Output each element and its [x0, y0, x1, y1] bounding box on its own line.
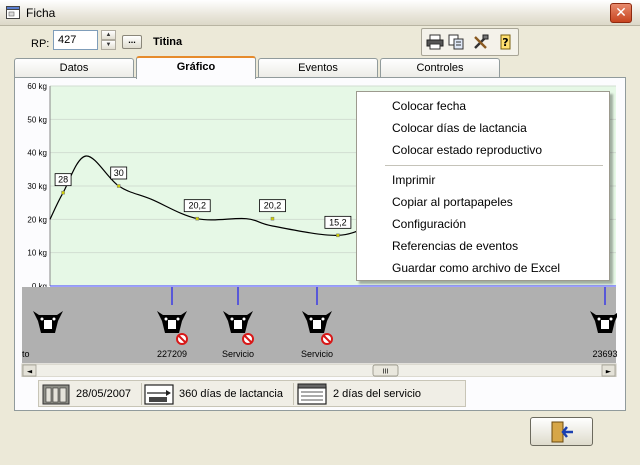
data-point[interactable] — [116, 184, 121, 188]
tab-controles[interactable]: Controles — [380, 58, 500, 78]
animal-name: Titina — [153, 36, 183, 48]
tab-datos[interactable]: Datos — [14, 58, 134, 78]
scroll-left-icon: ◄ — [27, 368, 33, 376]
close-button[interactable]: ✕ — [610, 3, 632, 23]
tab-label: Datos — [59, 62, 89, 74]
data-label: 20,2 — [188, 201, 206, 211]
cow-eye — [40, 317, 44, 321]
tab-label: Controles — [416, 62, 464, 74]
tab-grafico[interactable]: Gráfico — [136, 56, 256, 79]
event-label: to — [22, 349, 30, 359]
status-date: 28/05/2007 — [76, 388, 132, 400]
data-point[interactable] — [61, 190, 65, 195]
y-tick-label: 20 kg — [27, 215, 47, 224]
cow-eye — [242, 317, 246, 321]
browse-button[interactable]: ... — [122, 35, 142, 49]
menu-item-imprimir[interactable]: Imprimir — [392, 173, 435, 187]
y-tick-label: 40 kg — [27, 149, 47, 158]
scroll-right-icon: ► — [606, 368, 612, 376]
spin-up-icon: ▲ — [105, 32, 112, 38]
cow-face-mark — [601, 320, 609, 329]
tab-label: Eventos — [298, 62, 338, 74]
menu-item-colocar-fecha[interactable]: Colocar fecha — [392, 99, 466, 113]
status-service: 2 días del servicio — [333, 388, 422, 400]
menu-item-configuracion[interactable]: Configuración — [392, 217, 466, 231]
scroll-thumb-grip: III — [383, 369, 389, 376]
horizontal-scrollbar[interactable] — [21, 363, 617, 377]
event-label: 23693 — [592, 349, 617, 359]
toolbar: ? — [421, 28, 519, 56]
event-label: 227209 — [157, 349, 187, 359]
cow-eye — [164, 317, 168, 321]
menu-item-referencias-eventos[interactable]: Referencias de eventos — [392, 239, 518, 253]
rp-label: RP: — [31, 38, 50, 50]
data-point[interactable] — [336, 233, 340, 238]
rp-spin-down[interactable]: ▼ — [101, 40, 116, 50]
cow-face-mark — [44, 320, 52, 329]
y-tick-label: 50 kg — [27, 115, 47, 124]
printer-icon[interactable] — [426, 34, 444, 50]
cow-face-mark — [234, 320, 242, 329]
event-label: Servicio — [222, 349, 254, 359]
menu-item-colocar-estado-reproductivo[interactable]: Colocar estado reproductivo — [392, 143, 542, 157]
cow-eye — [176, 317, 180, 321]
spin-down-icon: ▼ — [105, 42, 112, 48]
cow-eye — [321, 317, 325, 321]
menu-item-copiar-portapapeles[interactable]: Copiar al portapapeles — [392, 195, 513, 209]
y-tick-label: 30 kg — [27, 182, 47, 191]
cow-face-mark — [168, 320, 176, 329]
menu-item-guardar-excel[interactable]: Guardar como archivo de Excel — [392, 261, 560, 275]
cow-eye — [52, 317, 56, 321]
status-divider — [293, 383, 294, 405]
tab-label: Gráfico — [176, 61, 216, 73]
rp-input[interactable] — [53, 30, 98, 50]
window-icon — [6, 6, 20, 19]
help-icon[interactable]: ? — [496, 34, 514, 50]
menu-separator — [385, 165, 603, 166]
cow-eye — [609, 317, 613, 321]
title-bar: Ficha ✕ — [0, 0, 640, 26]
context-menu: Colocar fecha Colocar días de lactancia … — [356, 91, 610, 281]
notepad-icon — [297, 383, 327, 405]
data-label: 20,2 — [264, 201, 282, 211]
tab-eventos[interactable]: Eventos — [258, 58, 378, 78]
cow-eye — [230, 317, 234, 321]
cow-eye — [597, 317, 601, 321]
y-tick-label: 60 kg — [27, 82, 47, 91]
door-exit-icon — [551, 421, 573, 443]
copy-icon[interactable] — [448, 34, 466, 50]
data-label: 28 — [58, 175, 68, 185]
svg-text:?: ? — [502, 36, 508, 49]
status-bar: 28/05/2007 360 días de lactancia 2 días … — [38, 380, 466, 407]
close-icon: ✕ — [615, 4, 627, 20]
window-title: Ficha — [26, 6, 56, 20]
data-point[interactable] — [270, 216, 275, 221]
data-label: 30 — [114, 168, 124, 178]
tools-icon[interactable] — [472, 34, 490, 50]
data-label: 15,2 — [329, 217, 347, 227]
exit-button[interactable] — [530, 417, 593, 446]
calendar-folder-icon — [42, 384, 70, 405]
event-label: Servicio — [301, 349, 333, 359]
y-tick-label: 10 kg — [27, 249, 47, 258]
status-lactation: 360 días de lactancia — [179, 388, 283, 400]
menu-item-colocar-dias-lactancia[interactable]: Colocar días de lactancia — [392, 121, 527, 135]
status-divider — [141, 383, 142, 405]
lactation-icon — [144, 384, 174, 405]
cow-eye — [309, 317, 313, 321]
data-point[interactable] — [195, 216, 199, 221]
rp-spin-up[interactable]: ▲ — [101, 30, 116, 40]
cow-face-mark — [313, 320, 321, 329]
